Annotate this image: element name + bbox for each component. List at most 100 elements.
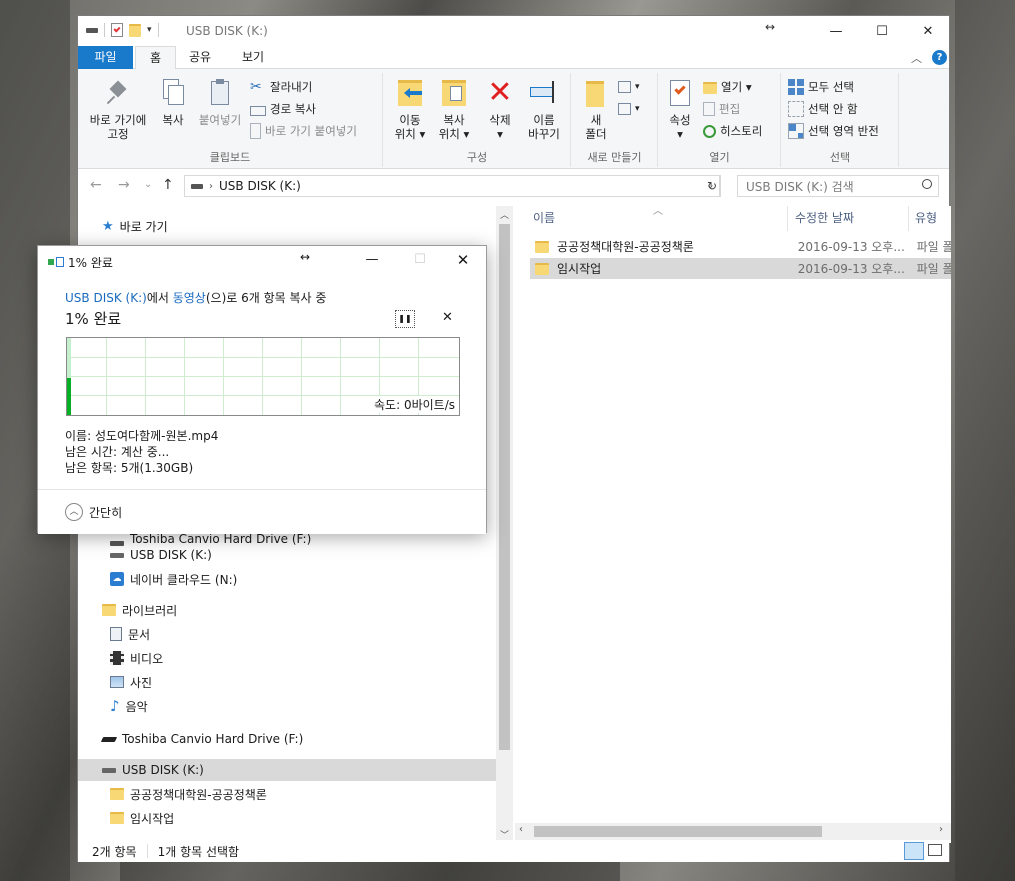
properties-icon[interactable] <box>111 23 123 37</box>
copy-path-button[interactable]: 경로 복사 <box>250 99 316 119</box>
nav-documents[interactable]: 문서 <box>110 623 150 645</box>
search-placeholder[interactable]: USB DISK (K:) 검색 <box>746 178 854 195</box>
ribbon-tabs: 파일 홈 공유 보기 ︿ ? <box>78 46 949 70</box>
details-view-icon[interactable] <box>904 842 924 860</box>
dialog-close-button[interactable]: ✕ <box>449 251 477 269</box>
back-arrow-icon[interactable]: ← <box>90 177 102 193</box>
history-icon <box>703 124 716 138</box>
address-row: ← → ⌄ ↑ › USB DISK (K:) ⌄ ↻ USB DISK (K:… <box>78 171 949 201</box>
library-icon <box>102 604 116 616</box>
copy-to-label: 복사 위치 ▾ <box>438 113 470 141</box>
tab-view[interactable]: 보기 <box>228 46 278 69</box>
nav-naver-cloud[interactable]: ☁ 네이버 클라우드 (N:) <box>110 568 237 590</box>
minimize-button[interactable]: — <box>813 16 859 46</box>
nav-folder-temp[interactable]: 임시작업 <box>110 807 174 829</box>
tab-home[interactable]: 홈 <box>135 46 177 70</box>
destination-link[interactable]: 동영상 <box>173 291 206 305</box>
rename-button[interactable]: 이름 바꾸기 <box>522 77 566 141</box>
dialog-title: 1% 완료 <box>68 256 113 270</box>
easy-access-button[interactable]: ▾ <box>618 99 640 119</box>
up-arrow-icon[interactable]: ↑ <box>162 177 174 193</box>
collapse-details-icon[interactable]: ︿ <box>65 503 83 521</box>
nav-music[interactable]: ♪ 음악 <box>110 695 148 717</box>
search-box[interactable]: USB DISK (K:) 검색 <box>737 175 939 197</box>
nav-documents-label: 문서 <box>128 627 151 642</box>
pause-button[interactable]: ❚❚ <box>395 310 415 328</box>
nav-videos[interactable]: 비디오 <box>110 647 163 669</box>
file-row[interactable]: 공공정책대학원-공공정책론 2016-09-13 오후... 파일 폴 <box>530 236 951 257</box>
qa-dropdown-icon[interactable]: ▾ <box>147 25 152 35</box>
copy-button[interactable]: 복사 <box>156 77 190 127</box>
new-folder-icon[interactable] <box>129 23 141 37</box>
nav-vertical-scrollbar[interactable]: ︿ ﹀ <box>496 206 513 843</box>
nav-quick-access-label: 바로 가기 <box>119 219 168 234</box>
open-button[interactable]: 열기 ▾ <box>703 77 752 97</box>
column-header-name[interactable]: 이름 <box>515 206 788 231</box>
close-button[interactable]: ✕ <box>905 16 951 46</box>
nav-libraries[interactable]: 라이브러리 <box>102 599 177 621</box>
search-icon[interactable] <box>922 179 932 189</box>
rename-label: 이름 바꾸기 <box>528 113 560 141</box>
invert-selection-button[interactable]: 선택 영역 반전 <box>788 121 879 141</box>
nav-quick-access[interactable]: ★ 바로 가기 <box>102 215 168 237</box>
tab-file[interactable]: 파일 <box>78 46 133 69</box>
drive-icon <box>86 27 98 33</box>
refresh-icon[interactable]: ↻ <box>704 175 721 197</box>
video-icon <box>110 651 124 665</box>
speed-text: 속도: 0바이트/s <box>374 396 455 413</box>
maximize-button[interactable]: ☐ <box>859 16 905 46</box>
collapse-ribbon-icon[interactable]: ︿ <box>911 50 922 66</box>
select-all-button[interactable]: 모두 선택 <box>788 77 854 97</box>
paste-shortcut-button[interactable]: 바로 가기 붙여넣기 <box>250 121 357 141</box>
address-bar[interactable]: › USB DISK (K:) ⌄ <box>184 175 720 197</box>
recent-dropdown-icon[interactable]: ⌄ <box>144 179 152 190</box>
items-remaining-line: 남은 항목: 5개(1.30GB) <box>65 461 194 475</box>
properties-button[interactable]: 속성 ▾ <box>661 77 699 141</box>
copy-to-icon <box>438 77 470 109</box>
forward-arrow-icon[interactable]: → <box>118 177 130 193</box>
nav-toshiba-drive[interactable]: Toshiba Canvio Hard Drive (F:) <box>100 728 303 750</box>
source-link[interactable]: USB DISK (K:) <box>65 291 147 305</box>
nav-folder-public-policy[interactable]: 공공정책대학원-공공정책론 <box>110 783 267 805</box>
delete-button[interactable]: ✕ 삭제 ▾ <box>480 77 520 142</box>
move-to-button[interactable]: 이동 위치 ▾ <box>388 77 432 141</box>
new-folder-button[interactable]: 새 폴더 <box>576 77 616 141</box>
history-button[interactable]: 히스토리 <box>703 121 762 141</box>
edit-button[interactable]: 편집 <box>703 99 740 119</box>
scroll-right-icon[interactable]: › <box>939 824 943 835</box>
paste-icon <box>204 77 236 109</box>
cancel-copy-button[interactable]: ✕ <box>442 310 453 325</box>
dialog-title-bar: 1% 완료 ↔ — ☐ ✕ <box>38 246 486 278</box>
nav-usb-disk-selected[interactable]: USB DISK (K:) <box>78 759 496 781</box>
paste-button[interactable]: 붙여넣기 <box>194 77 246 127</box>
copy-progress-dialog: 1% 완료 ↔ — ☐ ✕ USB DISK (K:)에서 동영상(으)로 6개… <box>37 245 487 534</box>
select-all-icon <box>788 79 804 95</box>
copy-to-button[interactable]: 복사 위치 ▾ <box>432 77 476 141</box>
column-header-modified[interactable]: 수정한 날짜 <box>788 206 909 231</box>
breadcrumb-chevron-icon[interactable]: › <box>209 181 213 192</box>
new-item-button[interactable]: ▾ <box>618 77 640 97</box>
scroll-up-icon[interactable]: ︿ <box>500 208 509 221</box>
file-list-horizontal-scrollbar[interactable]: ‹ › <box>515 823 951 840</box>
cut-button[interactable]: ✂ 잘라내기 <box>250 77 312 97</box>
tab-share[interactable]: 공유 <box>175 46 225 69</box>
scroll-left-icon[interactable]: ‹ <box>519 824 523 835</box>
nav-libraries-label: 라이브러리 <box>122 603 178 618</box>
column-header-type[interactable]: 유형 <box>909 206 951 231</box>
pin-quick-access-button[interactable]: 바로 가기에 고정 <box>84 77 152 141</box>
nav-pictures[interactable]: 사진 <box>110 671 152 693</box>
nav-usb-disk-selected-label: USB DISK (K:) <box>122 763 204 777</box>
dialog-minimize-button[interactable]: — <box>358 252 386 267</box>
nav-usb-disk[interactable]: USB DISK (K:) <box>110 544 212 566</box>
nav-scroll-thumb[interactable] <box>499 224 510 750</box>
less-details-button[interactable]: 간단히 <box>89 504 122 521</box>
horizontal-scroll-thumb[interactable] <box>534 826 822 837</box>
file-row-selected[interactable]: 임시작업 2016-09-13 오후... 파일 폴 <box>530 258 951 279</box>
help-icon[interactable]: ? <box>932 50 947 65</box>
quick-access-toolbar: ▾ <box>86 23 159 37</box>
select-none-button[interactable]: 선택 안 함 <box>788 99 858 119</box>
address-path[interactable]: USB DISK (K:) <box>219 179 301 193</box>
large-icons-view-icon[interactable] <box>928 844 942 856</box>
star-icon: ★ <box>102 218 114 234</box>
organize-group-label: 구성 <box>466 151 488 164</box>
